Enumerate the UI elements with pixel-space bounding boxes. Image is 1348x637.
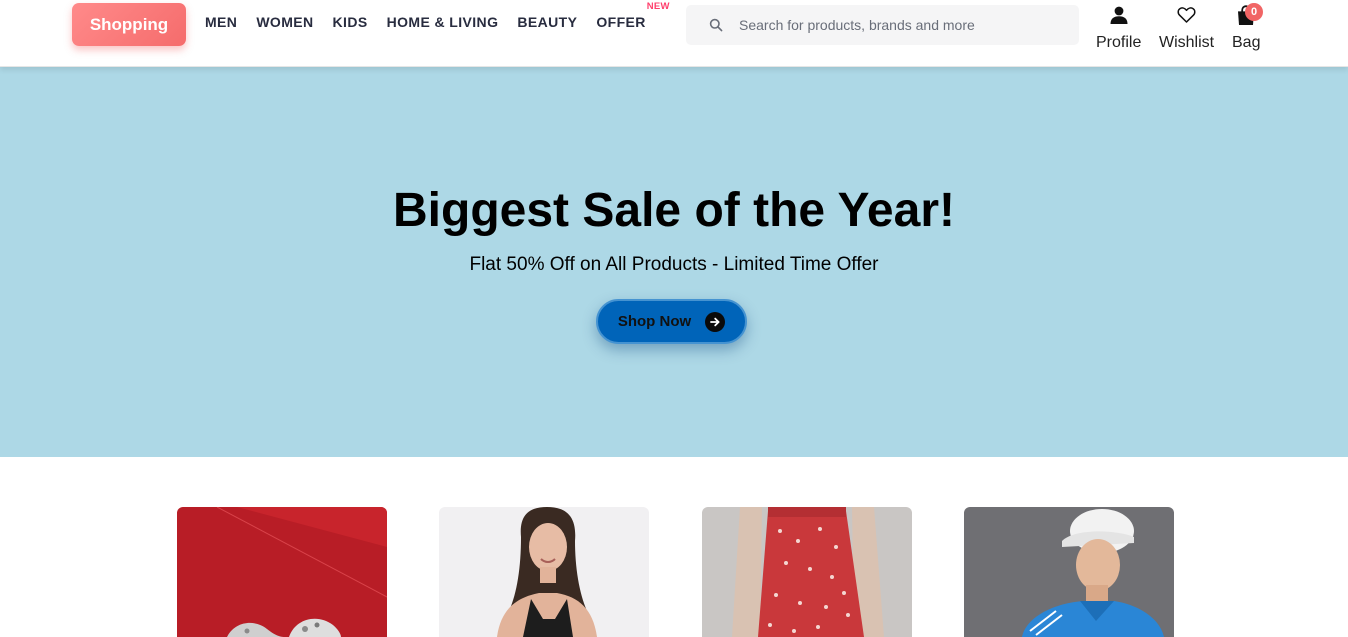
- bag-count-badge: 0: [1245, 3, 1263, 21]
- search-input[interactable]: [739, 17, 1059, 33]
- shop-now-label: Shop Now: [617, 313, 692, 330]
- main-nav: MEN WOMEN KIDS HOME & LIVING BEAUTY OFFE…: [205, 1, 669, 30]
- nav-item-offer[interactable]: OFFER NEW: [596, 1, 669, 30]
- product-image-floral-skirt: [702, 507, 912, 637]
- nav-item-home-living[interactable]: HOME & LIVING: [387, 14, 499, 30]
- arrow-right-icon: [705, 311, 726, 332]
- product-card-jewelry[interactable]: [177, 507, 387, 637]
- nav-item-men[interactable]: MEN: [205, 14, 237, 30]
- nav-item-offer-label: OFFER: [596, 14, 646, 30]
- logo-button[interactable]: Shopping: [72, 3, 186, 46]
- product-image-womens-top: [439, 507, 649, 637]
- top-header: Shopping MEN WOMEN KIDS HOME & LIVING BE…: [0, 0, 1348, 67]
- new-badge: NEW: [646, 1, 670, 12]
- profile-button[interactable]: Profile: [1096, 4, 1141, 52]
- wishlist-button[interactable]: Wishlist: [1159, 4, 1214, 52]
- user-icon: [1109, 4, 1129, 26]
- shop-now-button[interactable]: Shop Now: [596, 299, 747, 344]
- nav-item-kids[interactable]: KIDS: [333, 14, 368, 30]
- logo-label: Shopping: [89, 14, 169, 34]
- hero-title: Biggest Sale of the Year!: [393, 184, 955, 237]
- hero-subtitle: Flat 50% Off on All Products - Limited T…: [469, 254, 879, 275]
- bag-button[interactable]: 0 Bag: [1232, 3, 1263, 52]
- bag-label: Bag: [1232, 34, 1261, 51]
- nav-item-beauty[interactable]: BEAUTY: [517, 14, 577, 30]
- product-image-jewelry: [177, 507, 387, 637]
- nav-item-women[interactable]: WOMEN: [256, 14, 313, 30]
- heart-icon: [1177, 4, 1196, 26]
- hero-banner: Biggest Sale of the Year! Flat 50% Off o…: [0, 67, 1348, 457]
- wishlist-label: Wishlist: [1159, 34, 1215, 51]
- product-image-mens-polo: [964, 507, 1174, 637]
- product-card-mens-polo[interactable]: [964, 507, 1174, 637]
- search-bar[interactable]: [686, 5, 1079, 45]
- search-icon: [709, 18, 723, 32]
- product-card-womens-top[interactable]: [439, 507, 649, 637]
- product-card-floral-skirt[interactable]: [702, 507, 912, 637]
- profile-label: Profile: [1096, 34, 1142, 51]
